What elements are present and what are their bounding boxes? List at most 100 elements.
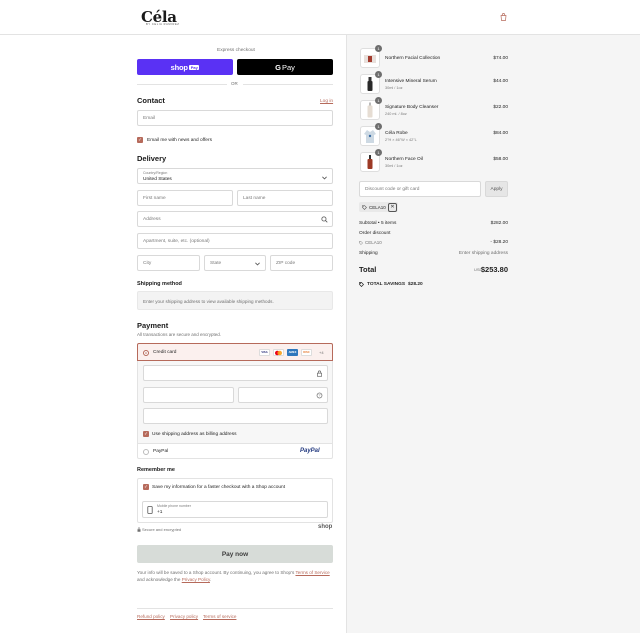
paypal-label: PayPal <box>153 448 169 454</box>
site-header: Céla BY CELIA RAMIREZ <box>0 0 640 35</box>
shop-pay-label: shop <box>170 62 188 72</box>
amex-icon: AMEX <box>287 349 298 356</box>
item-price: $22.00 <box>493 105 508 110</box>
visa-icon: VISA <box>259 349 270 356</box>
quantity-badge: 1 <box>375 97 382 104</box>
paypal-option[interactable]: PayPal PayPal <box>137 443 333 459</box>
security-code-field[interactable]: ? <box>238 387 328 403</box>
billing-checkbox[interactable]: ✓ <box>143 431 149 437</box>
zip-field[interactable]: ZIP code <box>270 255 333 271</box>
item-price: $84.00 <box>493 131 508 136</box>
last-name-field[interactable]: Last name <box>237 190 333 206</box>
delivery-heading: Delivery <box>137 154 167 163</box>
discount-code-label: CELA10 <box>365 240 382 245</box>
shipping-method-notice: Enter your shipping address to view avai… <box>137 291 333 310</box>
tag-icon <box>359 241 363 245</box>
footer-divider <box>137 608 333 609</box>
discount-placeholder: Discount code or gift card <box>365 187 420 192</box>
payment-subtext: All transactions are secure and encrypte… <box>137 332 222 337</box>
lock-icon <box>317 370 322 377</box>
news-checkbox[interactable]: ✓ <box>137 137 143 143</box>
shop-pay-chip: Pay <box>189 64 200 70</box>
shop-logo: shop <box>318 524 333 530</box>
shipping-label: Shipping <box>359 251 378 256</box>
item-name: Intensive Mineral Serum <box>385 79 437 84</box>
login-link[interactable]: Log in <box>320 99 333 104</box>
card-number-field[interactable] <box>143 365 328 381</box>
save-info-label: Save my information for a faster checkou… <box>152 484 286 490</box>
credit-card-form: ? ✓ Use shipping address as billing addr… <box>137 361 333 443</box>
shipping-method-text: Enter your shipping address to view avai… <box>143 298 274 304</box>
help-icon[interactable]: ? <box>316 392 323 399</box>
news-label: Email me with news and offers <box>147 138 212 143</box>
disclaimer-period: . <box>209 577 212 582</box>
phone-label: Mobile phone number <box>157 504 191 508</box>
search-icon <box>321 216 328 223</box>
billing-label: Use shipping address as billing address <box>152 431 237 437</box>
apartment-field[interactable]: Apartment, suite, etc. (optional) <box>137 233 333 249</box>
apartment-placeholder: Apartment, suite, etc. (optional) <box>143 239 210 244</box>
refund-policy-link[interactable]: Refund policy <box>137 614 165 619</box>
apply-button[interactable]: Apply <box>485 181 508 197</box>
terms-link[interactable]: Terms of Service <box>295 570 329 575</box>
applied-discount-tag: CELA10 ✕ <box>359 202 398 212</box>
credit-card-option[interactable]: Credit card VISA AMEX DISC +4 <box>137 343 333 361</box>
paypal-logo: PayPal <box>300 447 320 454</box>
email-placeholder: Email <box>143 116 155 121</box>
country-value: United States <box>143 176 172 182</box>
disclaimer-text-2: and acknowledge the <box>137 577 181 582</box>
remember-me-box: ✓ Save my information for a faster check… <box>137 478 333 523</box>
address-field[interactable]: Address <box>137 211 333 227</box>
shopping-bag-icon[interactable] <box>500 13 507 21</box>
item-variant: 2"H × 46"W × 42"L <box>385 137 417 142</box>
paypal-radio[interactable] <box>143 448 149 455</box>
item-price: $74.00 <box>493 56 508 61</box>
item-price: $58.00 <box>493 157 508 162</box>
total-value: $253.80 <box>480 265 508 274</box>
first-name-field[interactable]: First name <box>137 190 233 206</box>
disclaimer-text-1: Your info will be saved to a Shop accoun… <box>137 570 295 575</box>
country-select[interactable]: Country/Region United States <box>137 168 333 184</box>
total-label: Total <box>359 265 377 274</box>
phone-field[interactable]: Mobile phone number +1 <box>142 501 328 518</box>
shop-pay-button[interactable]: shop Pay <box>137 59 233 75</box>
privacy-policy-link[interactable]: Privacy policy <box>170 614 198 619</box>
remember-me-heading: Remember me <box>137 467 175 473</box>
currency-label: USD <box>474 267 483 272</box>
or-divider-label: OR <box>231 81 238 86</box>
quantity-badge: 1 <box>375 71 382 78</box>
subtotal-label: Subtotal • 5 items <box>359 221 397 226</box>
quantity-badge: 1 <box>375 123 382 130</box>
city-field[interactable]: City <box>137 255 200 271</box>
name-on-card-field[interactable] <box>143 408 328 424</box>
city-placeholder: City <box>143 261 152 266</box>
item-name: Northern Face Oil <box>385 157 423 162</box>
discover-icon: DISC <box>301 349 312 356</box>
divider-left <box>137 84 227 85</box>
credit-card-radio[interactable] <box>143 349 149 356</box>
state-select[interactable]: State <box>204 255 266 271</box>
privacy-link[interactable]: Privacy Policy <box>182 577 210 582</box>
quantity-badge: 1 <box>375 149 382 156</box>
remove-discount-button[interactable]: ✕ <box>388 202 397 212</box>
order-summary-panel <box>346 35 640 633</box>
svg-text:?: ? <box>319 394 321 398</box>
chevron-down-icon <box>322 176 327 180</box>
shipping-method-heading: Shipping method <box>137 281 182 287</box>
discount-code-field[interactable]: Discount code or gift card <box>359 181 481 197</box>
pay-now-button[interactable]: Pay now <box>137 545 333 563</box>
item-variant: 240 ml. / 8oz <box>385 111 407 116</box>
contact-heading: Contact <box>137 96 165 105</box>
google-pay-label: Pay <box>281 62 295 72</box>
credit-card-label: Credit card <box>153 349 177 355</box>
terms-of-service-link[interactable]: Terms of service <box>203 614 236 619</box>
email-field[interactable]: Email <box>137 110 333 126</box>
google-pay-button[interactable]: GPay <box>237 59 333 75</box>
item-variant: 30ml / 1oz <box>385 163 403 168</box>
last-name-placeholder: Last name <box>243 196 266 201</box>
tag-icon <box>359 282 364 287</box>
expiration-field[interactable] <box>143 387 234 403</box>
secure-label: Secure and encrypted <box>142 527 182 532</box>
save-info-checkbox[interactable]: ✓ <box>143 484 149 490</box>
total-savings-value: $28.20 <box>408 282 423 287</box>
